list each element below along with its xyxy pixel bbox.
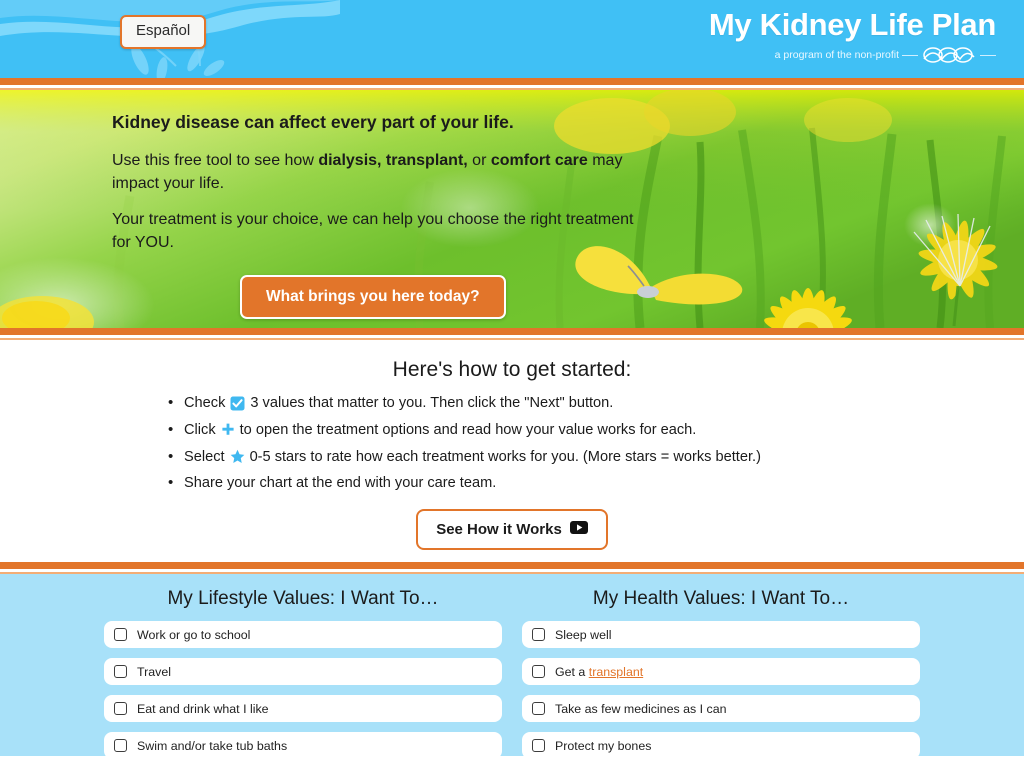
list-item[interactable]: Sleep well bbox=[522, 621, 920, 648]
value-label: Take as few medicines as I can bbox=[555, 701, 727, 716]
lifestyle-values-heading: My Lifestyle Values: I Want To… bbox=[167, 588, 439, 609]
checkbox-icon[interactable] bbox=[114, 628, 127, 641]
hero-content: Kidney disease can affect every part of … bbox=[0, 90, 660, 319]
step-text-post: to open the treatment options and read h… bbox=[239, 421, 697, 438]
list-item[interactable]: Work or go to school bbox=[104, 621, 502, 648]
star-icon bbox=[230, 449, 245, 464]
page-title: My Kidney Life Plan bbox=[708, 7, 996, 42]
list-item[interactable]: Travel bbox=[104, 658, 502, 685]
site-header: Español My Kidney Life Plan a program of… bbox=[0, 0, 1024, 78]
get-started-section: Here's how to get started: Check 3 value… bbox=[0, 340, 1024, 562]
hero-p1-bold-treatments: dialysis, transplant, bbox=[318, 151, 468, 169]
get-started-steps-list: Check 3 values that matter to you. Then … bbox=[162, 394, 862, 502]
hero-p1-pre: Use this free tool to see how bbox=[112, 151, 319, 169]
list-item[interactable]: Get a transplant bbox=[522, 658, 920, 685]
brand-tagline: a program of the non-profit bbox=[709, 45, 996, 65]
list-item[interactable]: Protect my bones bbox=[522, 732, 920, 759]
values-divider bbox=[0, 562, 1024, 574]
step-text-pre: Select bbox=[184, 448, 225, 465]
brand-block: My Kidney Life Plan a program of the non… bbox=[708, 7, 996, 65]
step-text-pre: Share your chart at the end with your ca… bbox=[184, 475, 497, 492]
checkbox-icon[interactable] bbox=[532, 702, 545, 715]
checked-checkbox-icon bbox=[230, 396, 245, 411]
value-label-text: Get a bbox=[555, 664, 589, 679]
play-video-icon bbox=[569, 521, 588, 538]
value-label: Eat and drink what I like bbox=[137, 701, 269, 716]
hero-paragraph-2: Your treatment is your choice, we can he… bbox=[112, 211, 634, 252]
checkbox-icon[interactable] bbox=[114, 665, 127, 678]
list-item: Select 0-5 stars to rate how each treatm… bbox=[162, 448, 862, 476]
tagline-text: a program of the non-profit bbox=[774, 49, 899, 62]
values-section: My Lifestyle Values: I Want To… Work or … bbox=[0, 574, 1024, 759]
see-how-it-works-button[interactable]: See How it Works bbox=[416, 509, 608, 551]
step-text-post: 0-5 stars to rate how each treatment wor… bbox=[249, 448, 761, 465]
values-columns: My Lifestyle Values: I Want To… Work or … bbox=[0, 588, 1024, 769]
list-item: Share your chart at the end with your ca… bbox=[162, 474, 862, 502]
checkbox-icon[interactable] bbox=[114, 702, 127, 715]
value-label: Travel bbox=[137, 664, 171, 679]
checkbox-icon[interactable] bbox=[532, 628, 545, 641]
list-item[interactable]: Take as few medicines as I can bbox=[522, 695, 920, 722]
tagline-dash-left bbox=[902, 54, 918, 56]
health-values-heading: My Health Values: I Want To… bbox=[592, 588, 850, 609]
hero-paragraph-1: Use this free tool to see how dialysis, … bbox=[112, 150, 642, 195]
get-started-heading: Here's how to get started: bbox=[392, 358, 632, 381]
list-item[interactable]: Swim and/or take tub baths bbox=[104, 732, 502, 759]
value-label: Swim and/or take tub baths bbox=[137, 738, 288, 753]
divider-thick-bar bbox=[0, 328, 1024, 335]
language-toggle-button[interactable]: Español bbox=[120, 15, 207, 49]
header-divider bbox=[0, 78, 1024, 90]
value-label: Get a transplant bbox=[555, 665, 643, 679]
transplant-link[interactable]: transplant bbox=[589, 665, 643, 679]
step-text-pre: Click bbox=[184, 421, 216, 438]
hero-p1-mid: or bbox=[467, 151, 491, 169]
value-label: Sleep well bbox=[555, 627, 612, 642]
checkbox-icon[interactable] bbox=[532, 739, 545, 752]
mei-logo-icon bbox=[923, 47, 975, 63]
hero-section: Kidney disease can affect every part of … bbox=[0, 90, 1024, 328]
health-values-column: My Health Values: I Want To… Sleep well … bbox=[522, 588, 920, 769]
hero-heading: Kidney disease can affect every part of … bbox=[112, 112, 514, 132]
step-text-post: 3 values that matter to you. Then click … bbox=[250, 395, 614, 411]
list-item: Click to open the treatment options and … bbox=[162, 421, 862, 449]
list-item: Check 3 values that matter to you. Then … bbox=[162, 394, 862, 422]
value-label: Protect my bones bbox=[555, 738, 652, 753]
what-brings-you-here-button[interactable]: What brings you here today? bbox=[240, 274, 506, 319]
value-label: Work or go to school bbox=[137, 627, 251, 642]
step-text-pre: Check bbox=[184, 395, 226, 411]
checkbox-icon[interactable] bbox=[114, 739, 127, 752]
checkbox-icon[interactable] bbox=[532, 665, 545, 678]
hero-p1-bold-comfort: comfort care bbox=[490, 151, 588, 169]
divider-thick-bar bbox=[0, 78, 1024, 85]
see-how-it-works-label: See How it Works bbox=[436, 521, 562, 539]
hero-divider bbox=[0, 328, 1024, 340]
divider-thick-bar bbox=[0, 562, 1024, 569]
tagline-dash-right bbox=[980, 54, 996, 56]
see-how-it-works-wrapper: See How it Works bbox=[0, 509, 1024, 551]
list-item[interactable]: Eat and drink what I like bbox=[104, 695, 502, 722]
plus-icon bbox=[221, 423, 235, 437]
lifestyle-values-column: My Lifestyle Values: I Want To… Work or … bbox=[104, 588, 502, 769]
